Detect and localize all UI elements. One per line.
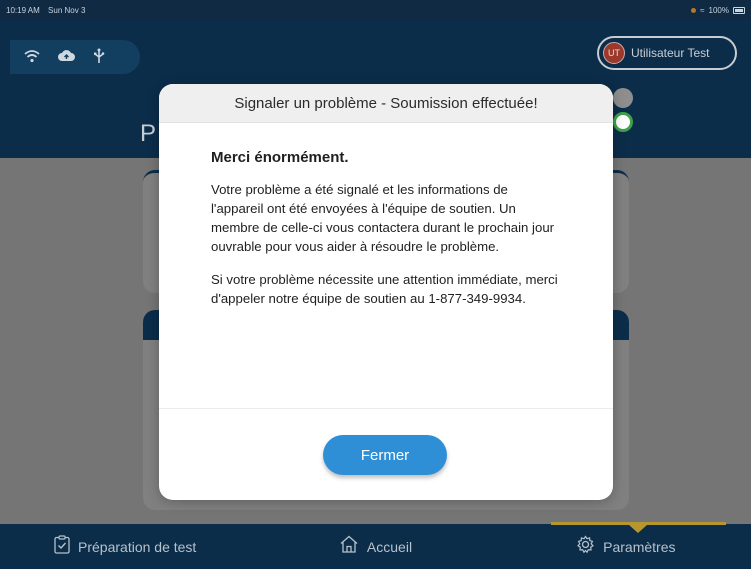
status-date: Sun Nov 3 xyxy=(48,5,86,15)
status-time: 10:19 AM xyxy=(6,5,40,15)
user-name: Utilisateur Test xyxy=(631,46,710,60)
wifi-icon[interactable] xyxy=(24,49,40,66)
gear-icon xyxy=(576,534,595,559)
avatar: UT xyxy=(603,42,625,64)
tab-settings[interactable]: Paramètres xyxy=(501,534,751,559)
tab-test-preparation[interactable]: Préparation de test xyxy=(0,534,250,559)
active-tab-indicator xyxy=(551,522,726,533)
dialog-heading: Merci énormément. xyxy=(211,149,349,166)
toggle-knob-icon[interactable] xyxy=(613,112,633,132)
battery-percent: 100% xyxy=(708,5,729,15)
clipboard-check-icon xyxy=(54,534,70,559)
tab-home[interactable]: Accueil xyxy=(250,535,500,558)
home-icon xyxy=(339,535,359,558)
close-button[interactable]: Fermer xyxy=(323,435,447,475)
dialog-body: Merci énormément. Votre problème a été s… xyxy=(159,123,613,308)
usb-icon[interactable] xyxy=(93,48,105,67)
dialog-support-message: Si votre problème nécessite une attentio… xyxy=(211,272,558,306)
connection-status-group xyxy=(10,40,140,74)
cloud-upload-icon[interactable] xyxy=(58,49,75,65)
page-title: P xyxy=(140,120,157,147)
tab-label: Accueil xyxy=(366,538,413,555)
submission-confirmation-dialog: Signaler un problème - Soumission effect… xyxy=(159,84,613,500)
battery-icon xyxy=(733,6,745,14)
toggle-knob-icon[interactable] xyxy=(613,88,633,108)
tab-label: Préparation de test xyxy=(78,538,197,555)
dialog-title: Signaler un problème - Soumission effect… xyxy=(159,84,613,123)
recording-dot-icon xyxy=(691,7,697,13)
wifi-status-icon: ≈ xyxy=(700,5,705,15)
dialog-divider xyxy=(159,408,613,409)
tab-label: Paramètres xyxy=(603,538,676,555)
status-bar: 10:19 AM Sun Nov 3 ≈ 100% xyxy=(0,0,751,20)
user-menu-button[interactable]: UT Utilisateur Test xyxy=(597,36,737,70)
dialog-message: Votre problème a été signalé et les info… xyxy=(211,182,555,254)
